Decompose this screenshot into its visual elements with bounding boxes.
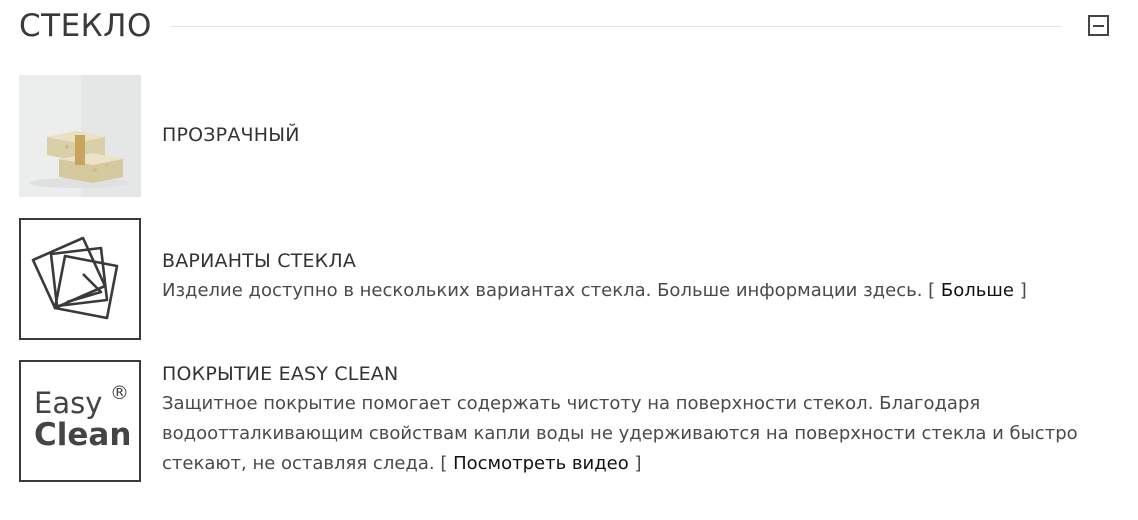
bracket-close: ] bbox=[634, 453, 642, 474]
section-title: СТЕКЛО bbox=[19, 8, 152, 44]
header-divider bbox=[171, 26, 1061, 27]
logo-text-easy: Easy bbox=[34, 386, 103, 420]
option-glass-variants: ВАРИАНТЫ СТЕКЛА Изделие доступно в неско… bbox=[19, 218, 1119, 340]
option-description: Изделие доступно в нескольких вариантах … bbox=[162, 276, 1112, 306]
option-easy-clean: Easy ® Clean ПОКРЫТИЕ EASY CLEAN Защитно… bbox=[19, 360, 1119, 482]
registered-mark: ® bbox=[110, 382, 129, 404]
watch-video-link[interactable]: Посмотреть видео bbox=[453, 453, 629, 474]
bracket-open: [ bbox=[928, 280, 936, 301]
minus-square-icon[interactable] bbox=[1088, 15, 1109, 36]
option-title: ВАРИАНТЫ СТЕКЛА bbox=[162, 250, 357, 272]
option-title: ПОКРЫТИЕ EASY CLEAN bbox=[162, 363, 399, 385]
option-title: ПРОЗРАЧНЫЙ bbox=[162, 124, 300, 146]
description-text: Изделие доступно в нескольких вариантах … bbox=[162, 280, 923, 301]
logo-text-clean: Clean bbox=[34, 417, 132, 453]
bracket-open: [ bbox=[440, 453, 448, 474]
option-transparent[interactable]: ПРОЗРАЧНЫЙ bbox=[19, 75, 1119, 197]
section-header: СТЕКЛО bbox=[19, 6, 1115, 46]
option-description: Защитное покрытие помогает содержать чис… bbox=[162, 389, 1112, 479]
bracket-close: ] bbox=[1019, 280, 1027, 301]
glass-soap-photo bbox=[19, 75, 141, 197]
easy-clean-logo-icon: Easy ® Clean bbox=[19, 360, 141, 482]
glass-variants-icon bbox=[19, 218, 141, 340]
more-link[interactable]: Больше bbox=[941, 280, 1014, 301]
